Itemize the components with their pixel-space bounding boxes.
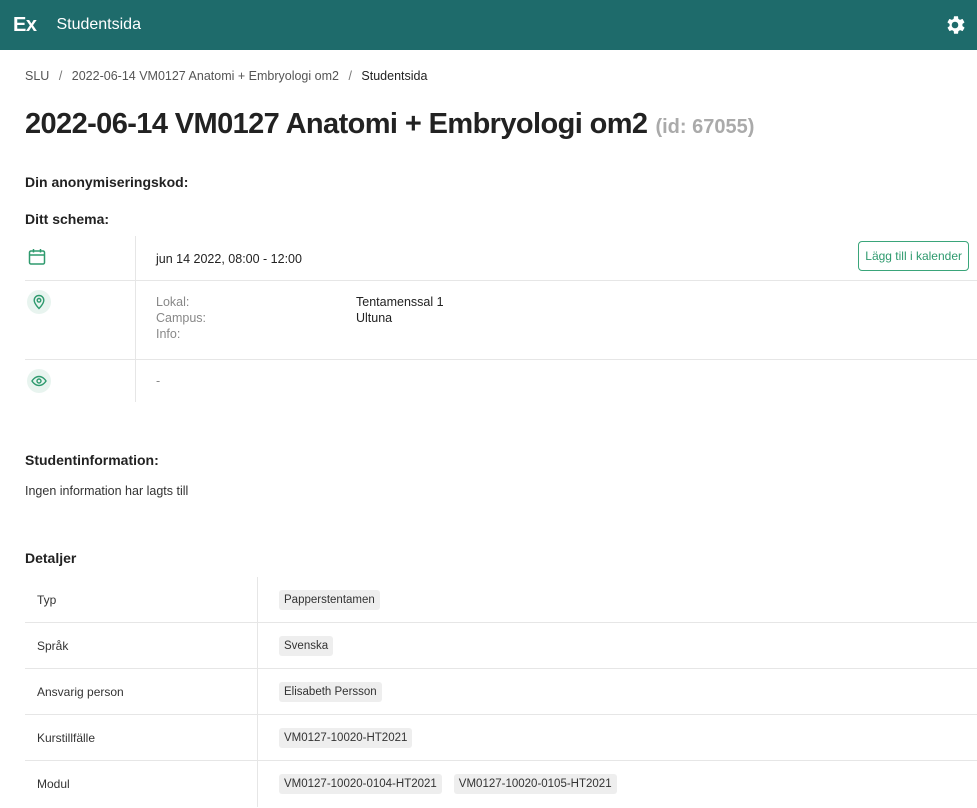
schedule-row-datetime: jun 14 2022, 08:00 - 12:00 Lägg till i k…: [25, 236, 977, 281]
student-info-text: Ingen information har lagts till: [25, 484, 189, 498]
tag: VM0127-10020-HT2021: [279, 727, 413, 748]
location-details: Lokal: Tentamenssal 1 Campus: Ultuna Inf…: [156, 295, 977, 341]
page-title: 2022-06-14 VM0127 Anatomi + Embryologi o…: [25, 108, 754, 141]
settings-gear-icon[interactable]: [943, 13, 967, 37]
info-label: Info:: [156, 327, 181, 341]
breadcrumb-separator: /: [58, 69, 63, 83]
details-value: Papperstentamen: [258, 589, 977, 610]
breadcrumb: SLU / 2022-06-14 VM0127 Anatomi + Embryo…: [25, 69, 427, 83]
visibility-value: -: [156, 374, 161, 388]
details-label: Språk: [25, 623, 258, 668]
details-row-language: Språk Svenska: [25, 623, 977, 669]
details-value: VM0127-10020-HT2021: [258, 727, 977, 748]
details-label: Ansvarig person: [25, 669, 258, 714]
eye-icon: [27, 369, 51, 393]
schedule-row-visibility: -: [25, 360, 977, 402]
schedule-location-cell: Lokal: Tentamenssal 1 Campus: Ultuna Inf…: [136, 281, 977, 359]
tag: Elisabeth Persson: [279, 681, 382, 702]
add-to-calendar-button[interactable]: Lägg till i kalender: [858, 241, 969, 271]
breadcrumb-current: Studentsida: [361, 69, 428, 83]
tag: Papperstentamen: [279, 589, 380, 610]
schedule-icon-cell: [25, 236, 136, 280]
page-title-text: 2022-06-14 VM0127 Anatomi + Embryologi o…: [25, 108, 648, 140]
details-row-type: Typ Papperstentamen: [25, 577, 977, 623]
details-row-responsible: Ansvarig person Elisabeth Persson: [25, 669, 977, 715]
campus-value: Ultuna: [356, 311, 393, 325]
details-value: VM0127-10020-0104-HT2021 VM0127-10020-01…: [258, 774, 977, 794]
schedule-visibility-cell: -: [136, 360, 977, 402]
details-label: Modul: [25, 761, 258, 807]
schedule-table: jun 14 2022, 08:00 - 12:00 Lägg till i k…: [25, 236, 977, 402]
anonymization-heading: Din anonymiseringskod:: [25, 174, 189, 190]
campus-label: Campus:: [156, 311, 207, 325]
breadcrumb-separator: /: [348, 69, 352, 83]
tag: VM0127-10020-0105-HT2021: [453, 774, 617, 794]
schedule-row-location: Lokal: Tentamenssal 1 Campus: Ultuna Inf…: [25, 281, 977, 360]
schedule-heading: Ditt schema:: [25, 211, 110, 227]
schedule-icon-cell: [25, 281, 136, 359]
details-label: Typ: [25, 577, 258, 622]
page-id: (id: 67055): [655, 116, 755, 138]
tag: Svenska: [279, 635, 334, 656]
details-row-module: Modul VM0127-10020-0104-HT2021 VM0127-10…: [25, 761, 977, 807]
details-value: Elisabeth Persson: [258, 681, 977, 702]
breadcrumb-course[interactable]: 2022-06-14 VM0127 Anatomi + Embryologi o…: [72, 69, 339, 83]
room-value: Tentamenssal 1: [356, 295, 444, 309]
student-info-heading: Studentinformation:: [25, 452, 159, 468]
info-value: [356, 327, 977, 341]
details-heading: Detaljer: [25, 550, 77, 566]
room-label: Lokal:: [156, 295, 190, 309]
location-pin-icon: [27, 290, 51, 314]
app-logo[interactable]: Ex: [13, 14, 37, 37]
details-row-course-instance: Kurstillfälle VM0127-10020-HT2021: [25, 715, 977, 761]
details-value: Svenska: [258, 635, 977, 656]
calendar-icon: [27, 247, 47, 272]
top-bar: Ex Studentsida: [0, 0, 977, 50]
tag: VM0127-10020-0104-HT2021: [279, 774, 442, 794]
schedule-icon-cell: [25, 360, 136, 402]
breadcrumb-root[interactable]: SLU: [25, 69, 49, 83]
details-label: Kurstillfälle: [25, 715, 258, 760]
schedule-datetime: jun 14 2022, 08:00 - 12:00: [156, 252, 302, 266]
app-title: Studentsida: [56, 16, 141, 33]
schedule-datetime-cell: jun 14 2022, 08:00 - 12:00 Lägg till i k…: [136, 236, 977, 280]
details-table: Typ Papperstentamen Språk Svenska Ansvar…: [25, 577, 977, 807]
